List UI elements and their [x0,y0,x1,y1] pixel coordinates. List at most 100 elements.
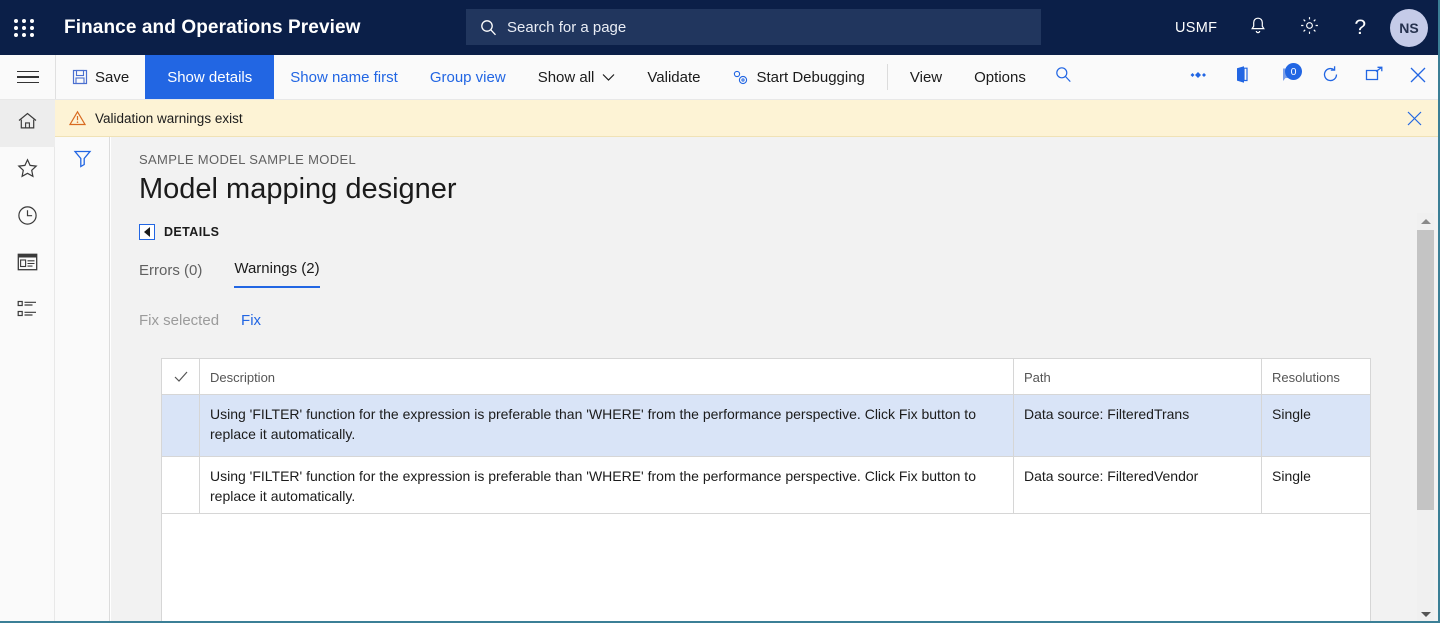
dismiss-message-button[interactable] [1396,100,1432,136]
column-header-description[interactable]: Description [200,359,1014,395]
open-new-window-icon [1365,66,1384,88]
office-book-icon [1234,65,1250,89]
company-selector[interactable]: USMF [1159,0,1233,55]
row-select-cell[interactable] [162,395,200,457]
options-label: Options [974,68,1026,86]
app-launcher-button[interactable] [0,0,48,55]
action-pane-toolbar: Save Show details Show name first Group … [0,55,1440,100]
table-row[interactable]: Using 'FILTER' function for the expressi… [162,457,1370,514]
open-in-new-window-button[interactable] [1352,55,1396,99]
chevron-down-icon [602,73,615,82]
debug-icon [732,69,749,86]
view-menu-button[interactable]: View [894,55,958,99]
group-view-label: Group view [429,68,506,86]
row-select-cell[interactable] [162,457,200,514]
fix-selected-button[interactable]: Fix selected [139,312,219,329]
filter-button[interactable] [55,137,110,185]
cell-path: Data source: FilteredVendor [1014,457,1262,514]
top-nav-right-group: USMF ? NS [1159,0,1428,55]
collapse-expand-icon [139,224,155,240]
cell-resolutions: Single [1262,457,1370,514]
table-row[interactable]: Using 'FILTER' function for the expressi… [162,395,1370,457]
top-navigation-bar: Finance and Operations Preview Search fo… [0,0,1440,55]
toolbar-search-button[interactable] [1042,55,1086,99]
scroll-up-button[interactable] [1417,213,1434,230]
search-placeholder: Search for a page [507,18,627,36]
workspace-icon [17,253,38,276]
app-title: Finance and Operations Preview [64,16,361,38]
sidebar-item-recent[interactable] [0,194,55,241]
validation-tabs: Errors (0) Warnings (2) [139,260,1440,288]
options-menu-button[interactable]: Options [958,55,1042,99]
bell-icon [1249,16,1267,40]
show-details-button[interactable]: Show details [145,55,275,99]
checkmark-icon [174,371,187,382]
validate-button[interactable]: Validate [631,55,716,99]
attachment-diamond-icon [1188,68,1208,87]
sidebar-item-favorites[interactable] [0,147,55,194]
details-section-toggle[interactable]: DETAILS [139,224,1440,240]
attachments-button[interactable] [1176,55,1220,99]
save-icon [72,69,88,85]
save-button[interactable]: Save [56,55,145,99]
details-section-label: DETAILS [164,225,220,239]
office-integration-button[interactable] [1220,55,1264,99]
start-debugging-label: Start Debugging [756,68,865,86]
grid-action-bar: Fix selected Fix [139,312,1440,329]
page-title: Model mapping designer [139,173,457,205]
messages-button[interactable]: 0 [1264,55,1308,99]
filter-pane [55,137,110,623]
star-icon [17,158,38,183]
scroll-down-button[interactable] [1417,606,1434,623]
column-header-resolutions[interactable]: Resolutions [1262,359,1370,395]
fix-button[interactable]: Fix [241,312,261,329]
gear-icon [1299,15,1320,40]
select-all-column-header[interactable] [162,359,200,395]
show-name-first-label: Show name first [290,68,398,86]
navigation-menu-button[interactable] [0,55,55,99]
warnings-grid: Description Path Resolutions Using 'FILT… [161,358,1371,623]
triangle-up-icon [1420,219,1431,224]
sidebar-item-modules[interactable] [0,288,55,335]
refresh-icon [1321,65,1340,89]
home-icon [17,111,38,136]
start-debugging-button[interactable]: Start Debugging [716,55,880,99]
cell-resolutions: Single [1262,395,1370,457]
notification-badge: 0 [1285,63,1302,80]
validation-message-bar: Validation warnings exist [55,100,1440,137]
page-vertical-scrollbar[interactable] [1417,213,1434,623]
save-label: Save [95,68,130,86]
avatar[interactable]: NS [1390,8,1428,47]
tab-warnings[interactable]: Warnings (2) [234,260,320,288]
search-icon [480,19,497,36]
column-header-path[interactable]: Path [1014,359,1262,395]
notifications-button[interactable] [1233,0,1283,55]
validation-message-text: Validation warnings exist [95,110,243,126]
toolbar-divider-2 [886,64,888,90]
show-all-label: Show all [537,68,595,86]
sidebar-item-workspaces[interactable] [0,241,55,288]
show-name-first-button[interactable]: Show name first [274,55,414,99]
validate-label: Validate [647,68,701,86]
close-icon [1409,66,1427,89]
close-icon [1407,111,1421,125]
help-button[interactable]: ? [1336,0,1384,55]
group-view-button[interactable]: Group view [414,55,522,99]
warning-triangle-icon [69,110,86,126]
view-label: View [909,68,943,86]
waffle-icon [13,18,35,37]
cell-description: Using 'FILTER' function for the expressi… [200,457,1014,514]
triangle-down-icon [1420,612,1431,617]
cell-description: Using 'FILTER' function for the expressi… [200,395,1014,457]
show-details-label: Show details [167,68,253,86]
sidebar-item-home[interactable] [0,100,55,147]
close-page-button[interactable] [1396,55,1440,99]
cell-path: Data source: FilteredTrans [1014,395,1262,457]
refresh-button[interactable] [1308,55,1352,99]
scrollbar-thumb[interactable] [1417,230,1434,510]
show-all-dropdown[interactable]: Show all [522,55,632,99]
page-search-box[interactable]: Search for a page [466,9,1041,45]
left-navigation-rail [0,100,55,623]
settings-button[interactable] [1283,0,1336,55]
tab-errors[interactable]: Errors (0) [139,262,202,288]
